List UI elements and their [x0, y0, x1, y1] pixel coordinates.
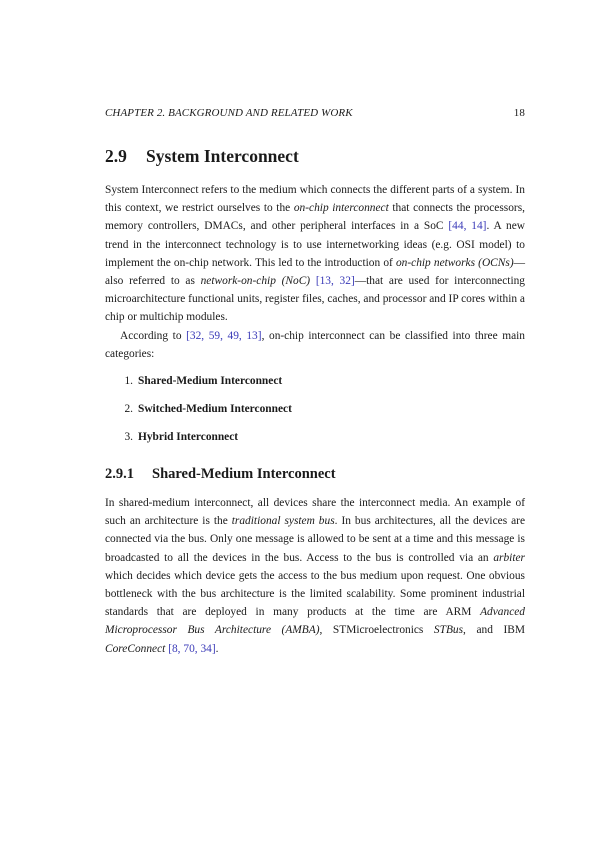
citation-link[interactable]: [8, 70, 34] — [168, 643, 215, 655]
section-title: System Interconnect — [146, 146, 299, 166]
emphasis: traditional system bus — [231, 515, 335, 528]
chapter-title: CHAPTER 2. BACKGROUND AND RELATED WORK — [105, 107, 353, 119]
section-heading: 2.9 System Interconnect — [105, 146, 299, 167]
citation-link[interactable]: [44, 14] — [448, 220, 486, 232]
citation-link[interactable]: [32, 59, 49, 13] — [186, 330, 261, 342]
list-item: 3. Hybrid Interconnect — [105, 428, 292, 456]
emphasis: STBus — [433, 624, 464, 637]
subsection-number: 2.9.1 — [105, 466, 134, 482]
list-text: Switched-Medium Interconnect — [138, 403, 292, 415]
section-number: 2.9 — [105, 146, 127, 166]
paragraph-classification: According to [32, 59, 49, 13], on-chip i… — [105, 327, 525, 363]
list-number: 1. — [124, 375, 133, 387]
subsection-heading: 2.9.1 Shared-Medium Interconnect — [105, 466, 336, 483]
category-list: 1. Shared-Medium Interconnect 2. Switched-… — [105, 372, 292, 456]
paragraph-shared-medium: In shared-medium interconnect, all devic… — [105, 494, 525, 658]
emphasis: network-on-chip (NoC) — [200, 275, 311, 288]
list-number: 2. — [124, 403, 133, 415]
page-number: 18 — [513, 107, 525, 119]
emphasis: CoreConnect — [105, 642, 166, 655]
text-run: which decides which device gets the acce… — [105, 569, 525, 619]
list-item: 2. Switched-Medium Interconnect — [105, 400, 292, 428]
text-run: According to — [120, 330, 187, 342]
text-run: . — [215, 642, 219, 655]
list-text: Shared-Medium Interconnect — [138, 375, 283, 387]
list-number: 3. — [124, 431, 133, 443]
emphasis: on-chip networks (OCNs) — [395, 256, 514, 269]
list-item: 1. Shared-Medium Interconnect — [105, 372, 292, 400]
subsection-title: Shared-Medium Interconnect — [152, 466, 336, 482]
citation-link[interactable]: [13, 32] — [316, 275, 355, 287]
paragraph-intro: System Interconnect refers to the medium… — [105, 181, 525, 327]
running-header: CHAPTER 2. BACKGROUND AND RELATED WORK 1… — [105, 107, 525, 119]
emphasis: arbiter — [493, 551, 525, 564]
emphasis: on-chip interconnect — [293, 202, 389, 215]
text-run: , STMicroelectronics — [319, 624, 434, 637]
text-run: , and IBM — [463, 624, 525, 637]
list-text: Hybrid Interconnect — [138, 431, 239, 443]
